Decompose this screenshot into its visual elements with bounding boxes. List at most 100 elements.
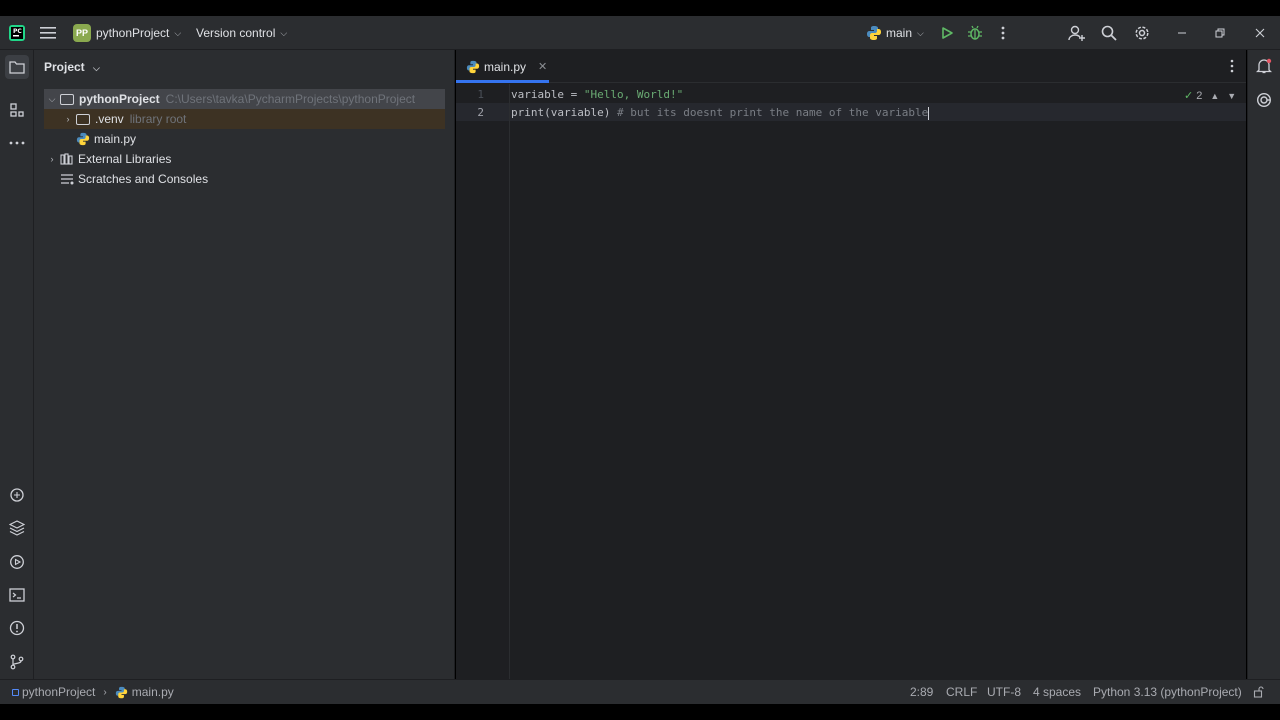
close-window-icon[interactable] <box>1254 16 1266 50</box>
structure-icon[interactable] <box>5 98 29 122</box>
bottom-letterbox <box>0 704 1280 720</box>
chevron-down-icon[interactable]: ▼ <box>1227 91 1236 101</box>
code-operator: = <box>563 88 584 101</box>
code-comment: # but its doesnt print the name of the v… <box>610 106 929 119</box>
breadcrumb: pythonProject › main.py <box>12 680 174 704</box>
main-menu-icon[interactable] <box>40 16 56 50</box>
top-letterbox <box>0 0 1280 16</box>
chevron-up-icon[interactable]: ▲ <box>1210 91 1219 101</box>
python-file-icon <box>76 132 90 146</box>
breadcrumb-file[interactable]: main.py <box>132 685 174 699</box>
run-button[interactable] <box>940 16 954 50</box>
chevron-down-icon: ⌵ <box>917 27 924 38</box>
status-bar: pythonProject › main.py 2:89 CRLF UTF-8 … <box>0 679 1280 704</box>
tree-row-project-root[interactable]: ⌵ pythonProject C:\Users\tavka\PycharmPr… <box>44 89 445 109</box>
inspection-widget[interactable]: ✓ 2 ▲ ▼ <box>1184 89 1236 103</box>
tree-row-external-libraries[interactable]: › External Libraries <box>44 149 445 169</box>
main-py-label: main.py <box>94 132 137 146</box>
debug-button[interactable] <box>967 16 983 50</box>
bug-icon <box>968 25 982 40</box>
run-config-selector[interactable]: main ⌵ <box>866 16 924 50</box>
external-libraries-label: External Libraries <box>78 152 172 166</box>
code-args: (variable) <box>544 106 611 119</box>
python-file-icon <box>466 60 480 73</box>
more-actions-icon[interactable] <box>999 16 1007 50</box>
project-panel-header[interactable]: Project ⌵ <box>44 60 100 74</box>
line-separator[interactable]: CRLF <box>946 680 977 704</box>
vcs-label: Version control <box>196 26 276 40</box>
python-file-icon <box>115 686 127 698</box>
tree-row-venv[interactable]: › .venv library root <box>44 109 445 129</box>
add-user-icon[interactable] <box>1068 16 1086 50</box>
project-panel: Project ⌵ ⌵ pythonProject C:\Users\tavka… <box>34 50 455 679</box>
indent-setting[interactable]: 4 spaces <box>1033 680 1081 704</box>
breadcrumb-project[interactable]: pythonProject <box>22 685 95 699</box>
python-console-icon[interactable] <box>5 483 29 507</box>
code-function: print <box>511 106 545 119</box>
search-icon[interactable] <box>1101 16 1117 50</box>
tree-row-main-py[interactable]: main.py <box>44 129 445 149</box>
module-icon <box>12 688 19 696</box>
ai-assistant-icon[interactable] <box>1256 92 1272 111</box>
chevron-down-icon: ⌵ <box>280 27 288 38</box>
notifications-bell-icon[interactable] <box>1255 58 1273 77</box>
code-line-1[interactable]: variable = "Hello, World!" <box>511 88 683 101</box>
chevron-right-icon[interactable]: › <box>60 114 76 124</box>
editor-area: main.py ✕ 1 2 variable = "Hello, World!"… <box>456 50 1246 679</box>
app-logo-icon[interactable]: PC <box>8 16 26 50</box>
scratches-icon <box>61 174 74 185</box>
tab-main-py[interactable]: main.py ✕ <box>466 50 547 83</box>
git-branch-icon[interactable] <box>5 650 29 674</box>
terminal-icon[interactable] <box>5 583 29 607</box>
code-line-2[interactable]: print(variable) # but its doesnt print t… <box>511 106 930 120</box>
tree-row-scratches[interactable]: Scratches and Consoles <box>44 169 445 189</box>
python-icon <box>867 26 881 40</box>
venv-hint: library root <box>129 112 187 126</box>
editor-tab-bar: main.py ✕ <box>456 50 1246 83</box>
scratches-label: Scratches and Consoles <box>78 172 209 186</box>
project-switcher[interactable]: PP pythonProject ⌵ <box>73 16 181 50</box>
tab-options-icon[interactable] <box>1230 59 1234 76</box>
code-string: "Hello, World!" <box>583 88 684 101</box>
title-bar: PC PP pythonProject ⌵ Version control ⌵ … <box>0 16 1280 50</box>
library-icon <box>60 153 73 165</box>
chevron-right-icon: › <box>103 686 107 698</box>
restore-icon[interactable] <box>1214 16 1226 50</box>
right-tool-strip <box>1247 50 1280 679</box>
chevron-down-icon[interactable]: ⌵ <box>44 94 60 105</box>
chevron-down-icon: ⌵ <box>174 27 182 38</box>
file-encoding[interactable]: UTF-8 <box>987 680 1021 704</box>
project-root-path: C:\Users\tavka\PycharmProjects\pythonPro… <box>165 92 416 106</box>
left-tool-strip <box>0 50 34 679</box>
play-icon <box>942 27 953 39</box>
interpreter-selector[interactable]: Python 3.13 (pythonProject) <box>1093 680 1242 704</box>
caret-position[interactable]: 2:89 <box>910 680 933 704</box>
minimize-icon[interactable] <box>1176 16 1188 50</box>
line-number: 1 <box>477 88 484 101</box>
svg-text:PC: PC <box>13 28 22 35</box>
check-icon: ✓ <box>1184 90 1194 102</box>
project-panel-title: Project <box>44 60 85 74</box>
folder-icon <box>76 113 90 125</box>
project-badge: PP <box>73 24 91 42</box>
more-tools-icon[interactable] <box>5 131 29 155</box>
project-tool-folder-icon[interactable] <box>5 55 29 79</box>
text-caret <box>928 106 930 120</box>
settings-gear-icon[interactable] <box>1134 16 1150 50</box>
project-name: pythonProject <box>96 26 170 40</box>
chevron-right-icon[interactable]: › <box>44 154 60 164</box>
folder-icon <box>60 93 74 105</box>
close-tab-icon[interactable]: ✕ <box>538 60 547 73</box>
line-number: 2 <box>477 106 484 119</box>
python-packages-icon[interactable] <box>5 516 29 540</box>
problems-icon[interactable] <box>5 616 29 640</box>
version-control-menu[interactable]: Version control ⌵ <box>196 16 287 50</box>
venv-name: .venv <box>95 112 124 126</box>
line-number-gutter: 1 2 <box>456 84 510 679</box>
services-icon[interactable] <box>5 550 29 574</box>
active-tab-indicator <box>456 80 549 83</box>
tab-label: main.py <box>484 59 527 74</box>
lock-icon[interactable] <box>1253 680 1265 704</box>
branch-label: main <box>886 26 913 40</box>
project-root-name: pythonProject <box>79 92 160 106</box>
